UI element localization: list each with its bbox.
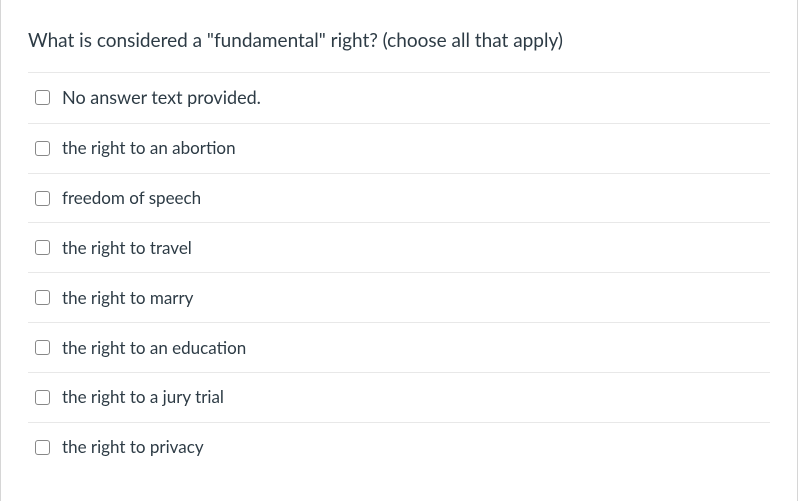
- answers-list: No answer text provided. the right to an…: [1, 72, 797, 472]
- answer-label[interactable]: No answer text provided.: [62, 85, 261, 110]
- answer-checkbox-1[interactable]: [35, 141, 50, 156]
- answer-row: the right to a jury trial: [28, 372, 770, 422]
- answer-checkbox-7[interactable]: [35, 440, 50, 455]
- answer-row: the right to marry: [28, 272, 770, 322]
- answer-row: the right to an education: [28, 322, 770, 372]
- answer-label[interactable]: the right to marry: [62, 286, 193, 310]
- answer-checkbox-6[interactable]: [35, 390, 50, 405]
- answer-row: the right to privacy: [28, 422, 770, 472]
- answer-label[interactable]: freedom of speech: [62, 186, 201, 210]
- question-text: What is considered a "fundamental" right…: [1, 0, 797, 72]
- answer-checkbox-5[interactable]: [35, 340, 50, 355]
- answer-checkbox-0[interactable]: [35, 90, 50, 105]
- answer-label[interactable]: the right to privacy: [62, 435, 204, 459]
- answer-row: freedom of speech: [28, 173, 770, 223]
- answer-row: the right to an abortion: [28, 123, 770, 173]
- answer-label[interactable]: the right to a jury trial: [62, 385, 224, 409]
- answer-row: the right to travel: [28, 222, 770, 272]
- answer-checkbox-2[interactable]: [35, 191, 50, 206]
- answer-label[interactable]: the right to travel: [62, 236, 192, 260]
- answer-checkbox-4[interactable]: [35, 290, 50, 305]
- answer-checkbox-3[interactable]: [35, 240, 50, 255]
- answer-label[interactable]: the right to an abortion: [62, 136, 236, 160]
- answer-row: No answer text provided.: [28, 72, 770, 123]
- question-container: What is considered a "fundamental" right…: [0, 0, 798, 501]
- answer-label[interactable]: the right to an education: [62, 336, 246, 360]
